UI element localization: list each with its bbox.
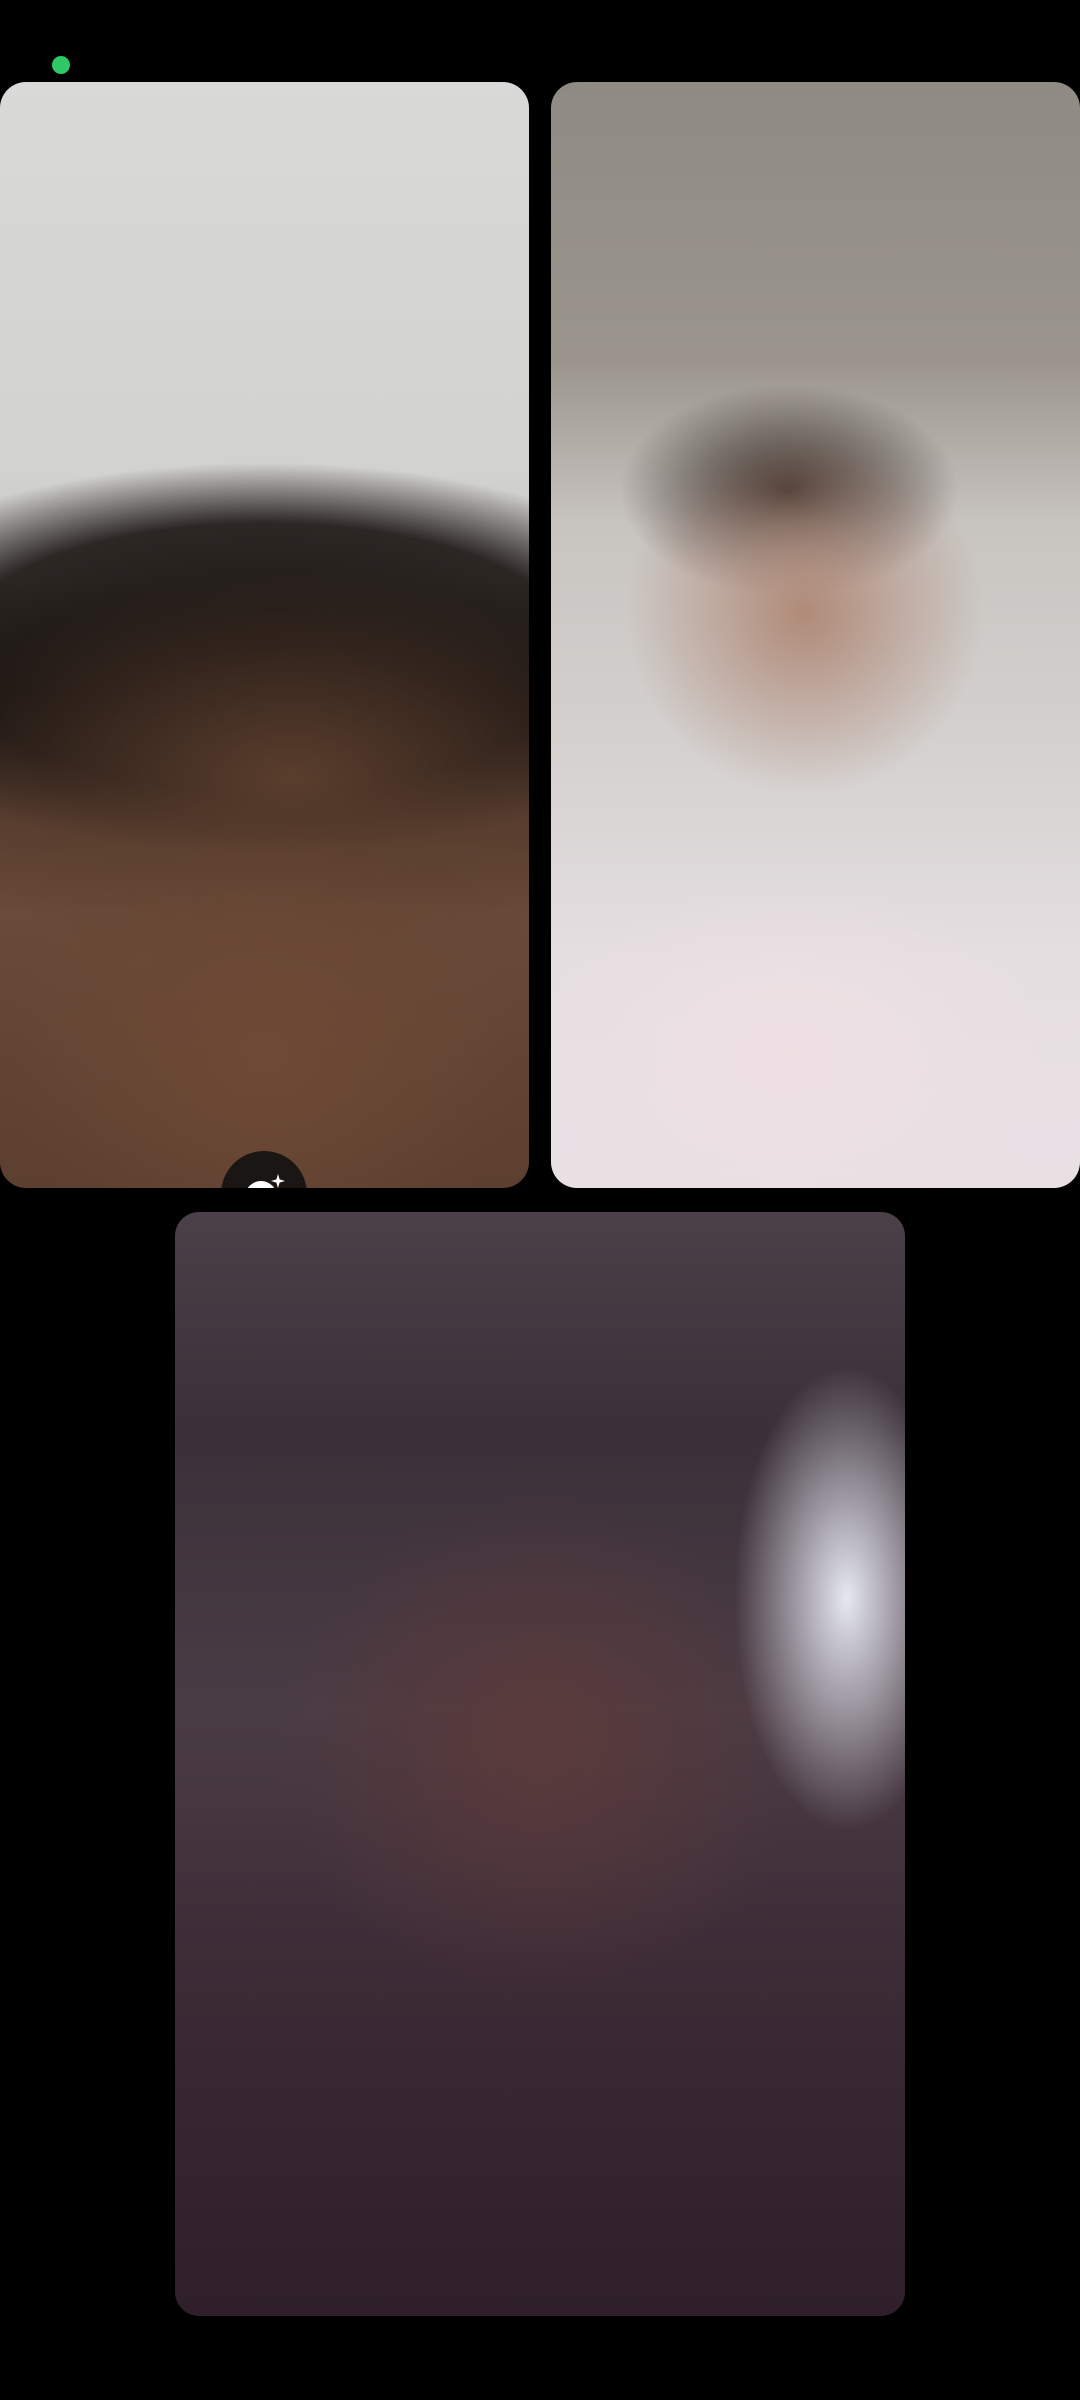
participant-video-tile-1[interactable] xyxy=(551,82,1080,1188)
effects-button[interactable] xyxy=(221,1151,307,1188)
call-status-indicator xyxy=(52,56,70,74)
participant-video-tile-2[interactable] xyxy=(175,1212,905,2316)
smiley-sparkle-icon xyxy=(247,1174,285,1188)
self-video-tile[interactable] xyxy=(0,82,529,1188)
